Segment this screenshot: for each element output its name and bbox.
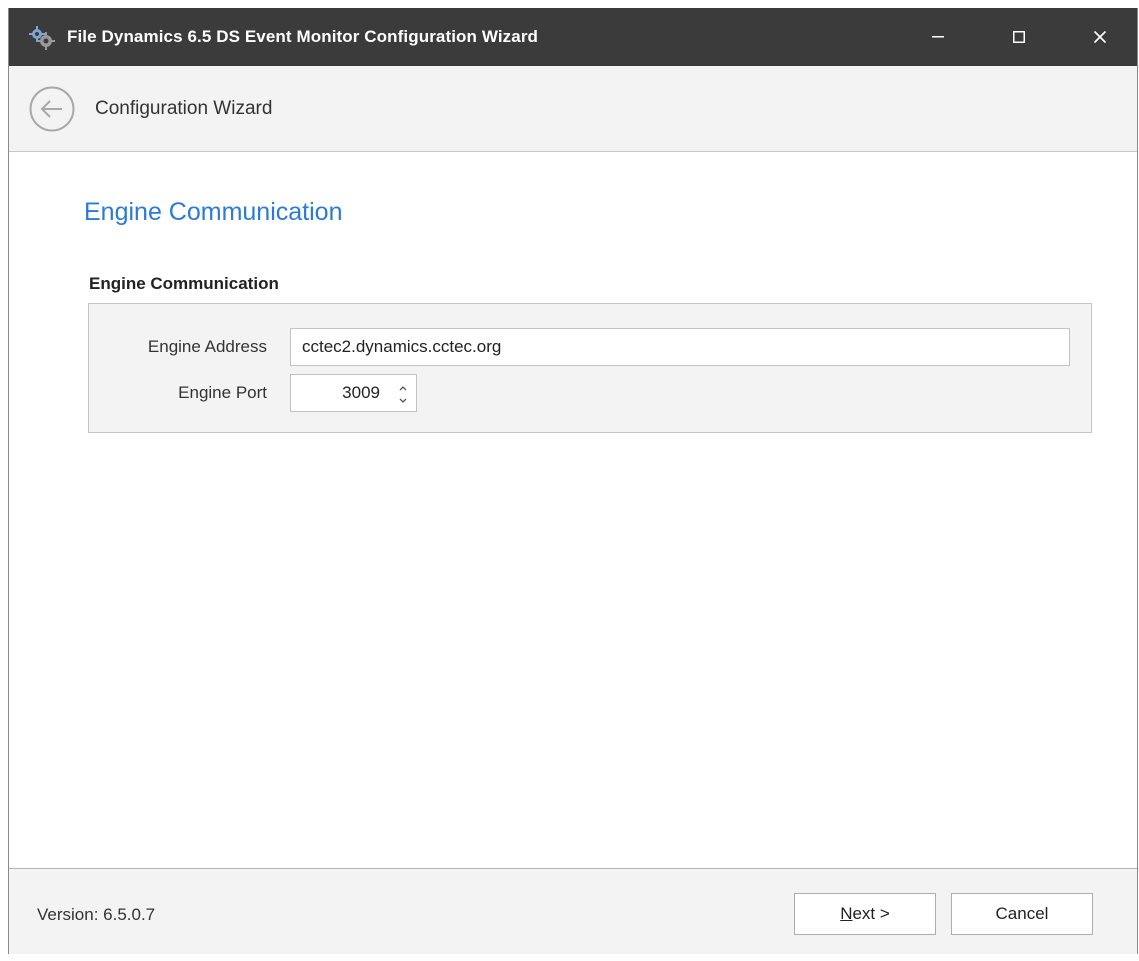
engine-communication-group xyxy=(88,303,1092,433)
cancel-button[interactable]: Cancel xyxy=(951,893,1093,935)
window-title: File Dynamics 6.5 DS Event Monitor Confi… xyxy=(67,27,539,46)
engine-port-stepper[interactable]: 3009 xyxy=(290,374,417,412)
engine-port-label: Engine Port xyxy=(178,383,267,402)
next-mnemonic: N xyxy=(840,904,853,923)
version-label: Version: 6.5.0.7 xyxy=(37,905,156,924)
engine-address-label: Engine Address xyxy=(147,337,267,356)
minimize-button[interactable] xyxy=(915,8,961,66)
maximize-button[interactable] xyxy=(996,8,1042,66)
nav-title: Configuration Wizard xyxy=(95,98,273,119)
group-label: Engine Communication xyxy=(89,274,279,293)
spin-down-icon[interactable] xyxy=(396,394,410,406)
spin-up-icon[interactable] xyxy=(396,381,410,393)
close-button[interactable] xyxy=(1077,8,1123,66)
wizard-window: File Dynamics 6.5 DS Event Monitor Confi… xyxy=(8,8,1138,954)
next-label: ext > xyxy=(852,904,890,923)
next-button[interactable]: Next > xyxy=(794,893,936,935)
footer: Version: 6.5.0.7 Next > Cancel xyxy=(9,868,1137,954)
engine-port-value: 3009 xyxy=(342,383,380,402)
navigation-bar: Configuration Wizard xyxy=(9,66,1137,152)
title-bar[interactable]: File Dynamics 6.5 DS Event Monitor Confi… xyxy=(9,8,1137,66)
engine-address-input[interactable]: cctec2.dynamics.cctec.org xyxy=(290,328,1070,366)
gears-icon xyxy=(29,26,55,50)
back-arrow-icon xyxy=(29,86,75,136)
page-heading: Engine Communication xyxy=(84,198,343,226)
back-button[interactable] xyxy=(29,86,75,132)
